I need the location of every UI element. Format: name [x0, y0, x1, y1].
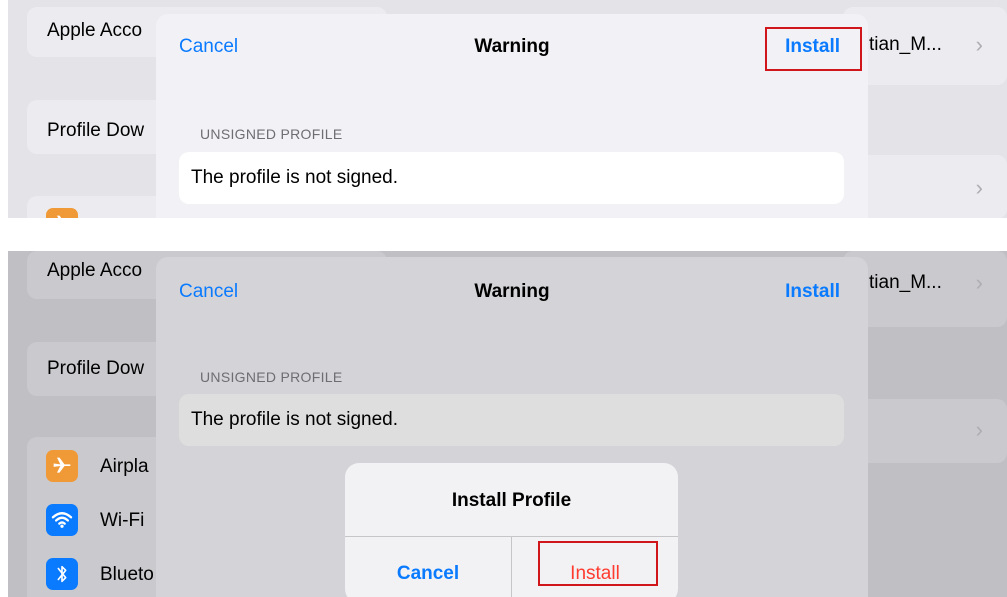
- apple-account-label: Apple Acco: [47, 260, 143, 281]
- install-highlight-box: [765, 27, 862, 71]
- screenshot-bottom-panel: Apple Acco tian_M... › Profile Dow › Air…: [8, 251, 1007, 597]
- airplane-icon: [46, 208, 78, 218]
- bluetooth-label[interactable]: Blueto: [100, 564, 154, 586]
- chevron-right-icon: ›: [975, 175, 983, 200]
- sheet-title: Warning: [474, 281, 550, 302]
- chevron-right-icon: ›: [975, 417, 983, 442]
- alert-cancel-button[interactable]: Cancel: [345, 563, 511, 585]
- account-name-label: tian_M...: [869, 272, 942, 293]
- section-label: UNSIGNED PROFILE: [200, 369, 343, 385]
- airplane-icon: [46, 450, 78, 482]
- sheet-title: Warning: [474, 36, 550, 57]
- bluetooth-icon: [46, 558, 78, 590]
- apple-account-label: Apple Acco: [47, 20, 143, 41]
- install-button[interactable]: Install: [785, 281, 840, 303]
- profile-downloaded-label: Profile Dow: [47, 358, 145, 379]
- chevron-right-icon: ›: [975, 270, 983, 295]
- chevron-right-icon: ›: [975, 32, 983, 57]
- message-box: The profile is not signed.: [179, 152, 844, 204]
- wifi-icon: [46, 504, 78, 536]
- airplane-mode-label[interactable]: Airpla: [100, 456, 149, 478]
- message-text: The profile is not signed.: [191, 409, 399, 430]
- message-box: The profile is not signed.: [179, 394, 844, 446]
- alert-title: Install Profile: [451, 490, 572, 511]
- profile-downloaded-label: Profile Dow: [47, 120, 145, 141]
- screenshot-top-panel: Apple Acco tian_M... › Profile Dow › Can…: [8, 0, 1007, 218]
- install-highlight-box: [538, 541, 658, 586]
- warning-sheet: Cancel Warning Install UNSIGNED PROFILE …: [156, 14, 868, 218]
- section-label: UNSIGNED PROFILE: [200, 126, 343, 142]
- account-name-label: tian_M...: [869, 34, 942, 55]
- message-text: The profile is not signed.: [191, 167, 399, 188]
- wifi-label[interactable]: Wi-Fi: [100, 510, 144, 532]
